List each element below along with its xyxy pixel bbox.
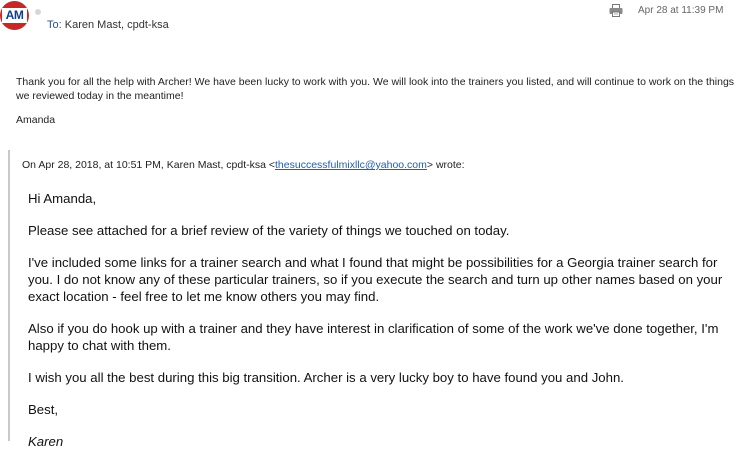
message-body: Thank you for all the help with Archer! … [16,76,735,102]
quote-paragraph: Also if you do hook up with a trainer an… [28,321,719,353]
quoted-message: Hi Amanda, Please see attached for a bri… [28,190,728,450]
message-date: Apr 28 at 11:39 PM [638,5,724,16]
quote-header: On Apr 28, 2018, at 10:51 PM, Karen Mast… [22,159,465,171]
quote-greeting: Hi Amanda, [28,191,97,206]
quote-paragraph: Please see attached for a brief review o… [28,223,510,238]
quote-header-prefix: On Apr 28, 2018, at 10:51 PM, Karen Mast… [22,159,276,171]
message-signoff: Amanda [16,114,56,126]
quote-bar [8,150,10,441]
quote-paragraph: I wish you all the best during this big … [28,370,624,385]
quote-closing: Best, [28,402,59,417]
quote-email-link[interactable]: thesuccessfulmixllc@yahoo.com [275,159,427,171]
sender-initials: AM [2,8,27,23]
to-label: To: [47,19,62,31]
sender-avatar[interactable]: AM [0,1,29,30]
status-dot [35,9,41,15]
print-icon[interactable] [609,4,623,17]
quote-signature: Karen [28,434,64,449]
quote-header-suffix: > wrote: [426,159,465,171]
recipients-line: To: Karen Mast, cpdt-ksa [47,19,169,31]
quote-paragraph: I've included some links for a trainer s… [28,255,723,304]
recipients[interactable]: Karen Mast, cpdt-ksa [65,19,169,31]
